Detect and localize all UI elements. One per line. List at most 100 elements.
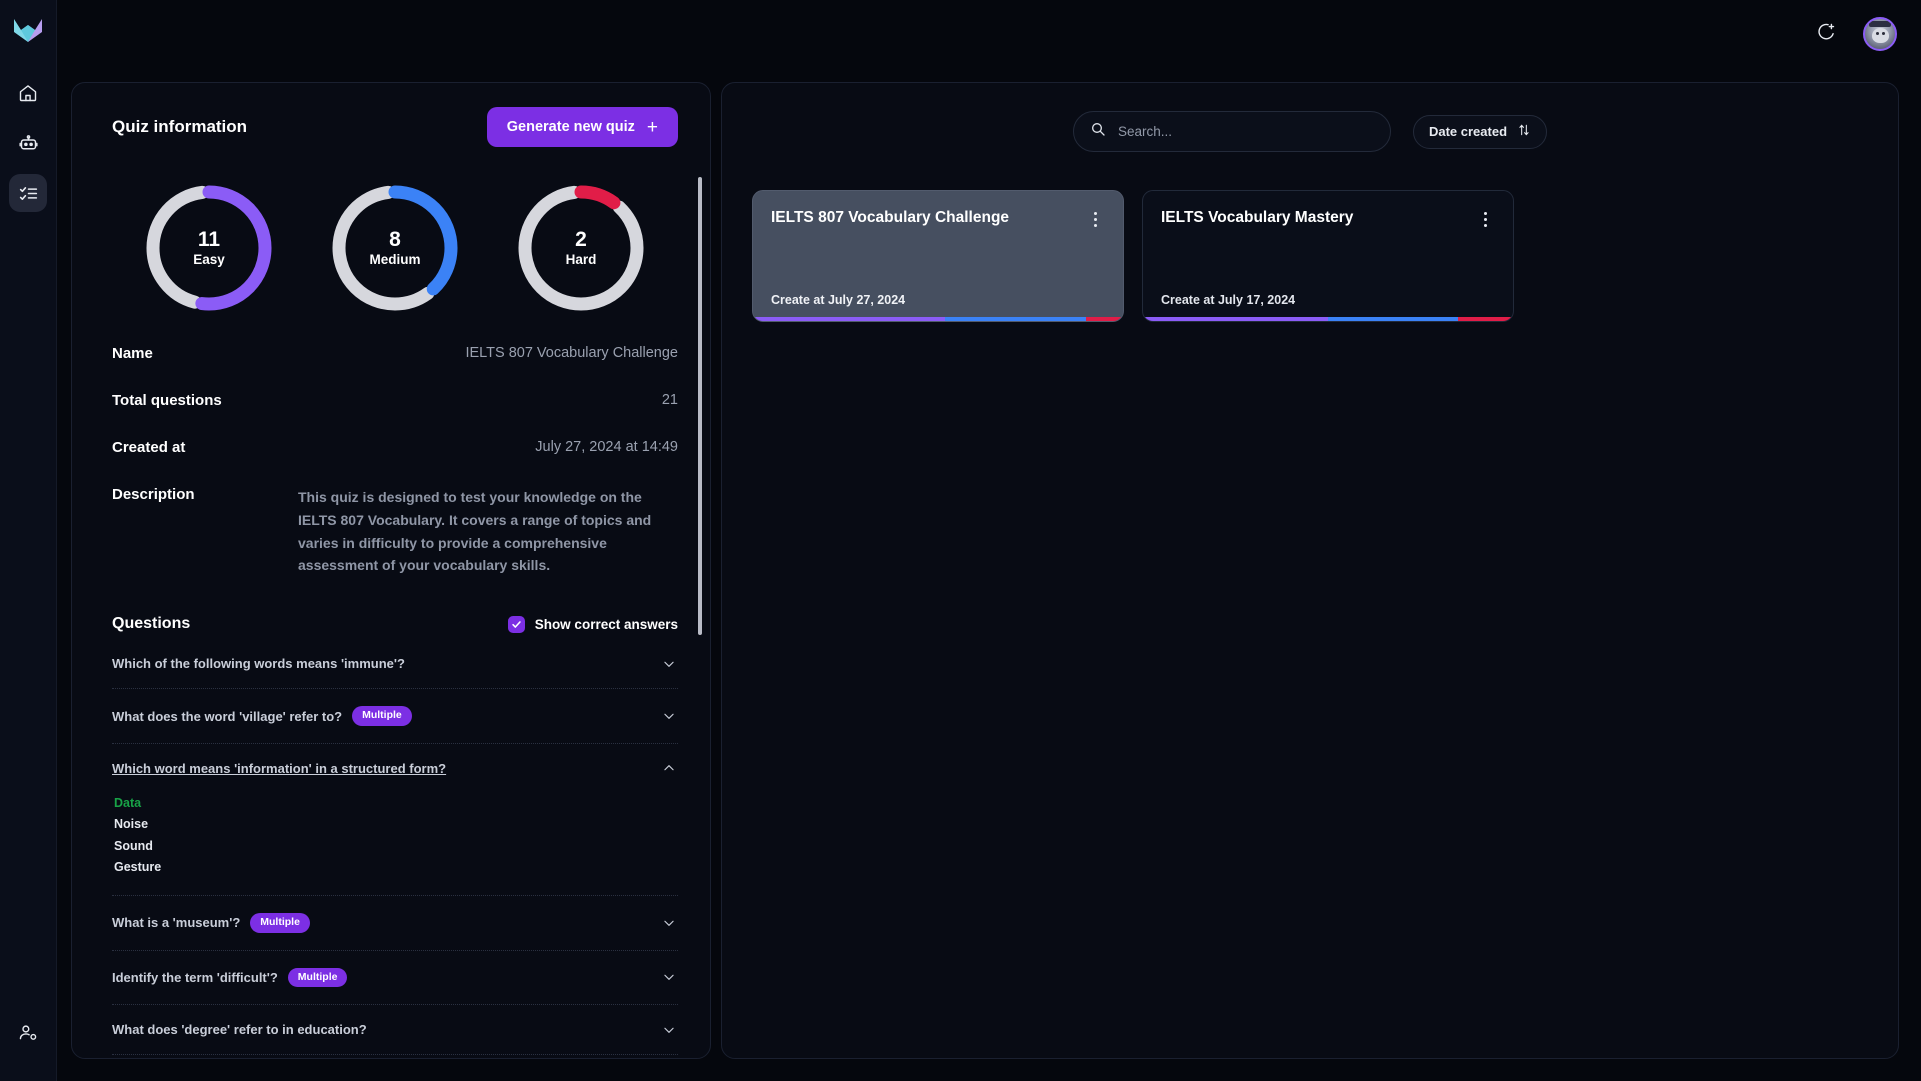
donut-value: 8 bbox=[389, 228, 401, 251]
sidebar bbox=[0, 0, 57, 1081]
sidebar-item-bot[interactable] bbox=[9, 124, 47, 162]
quiz-card-date: Create at July 17, 2024 bbox=[1161, 293, 1296, 307]
info-value: IELTS 807 Vocabulary Challenge bbox=[465, 345, 678, 361]
quiz-info-row: Total questions 21 bbox=[112, 392, 678, 409]
search-box[interactable] bbox=[1072, 111, 1391, 152]
card-bar-segment bbox=[1143, 317, 1328, 321]
question-item: What does the word 'village' refer to? Mu… bbox=[112, 689, 678, 744]
panel-header: Quiz information Generate new quiz + bbox=[112, 107, 678, 147]
card-header: IELTS 807 Vocabulary Challenge bbox=[771, 209, 1105, 229]
questions-title: Questions bbox=[112, 615, 191, 633]
plus-icon: + bbox=[646, 116, 658, 138]
answer-option-correct: Data bbox=[114, 795, 142, 810]
show-correct-answers-toggle[interactable]: Show correct answers bbox=[507, 615, 678, 633]
card-bar-segment bbox=[945, 317, 1086, 321]
user-settings-icon bbox=[18, 1022, 39, 1043]
answer-option: Noise bbox=[114, 817, 149, 832]
chevron-up-icon[interactable] bbox=[662, 761, 676, 775]
question-label: What is a 'museum'? bbox=[112, 915, 241, 931]
generate-new-quiz-label: Generate new quiz bbox=[506, 119, 635, 135]
donut-label: Hard bbox=[565, 252, 597, 267]
question-text: Identify the term 'difficult'? Multiple bbox=[112, 967, 348, 988]
question-row[interactable]: Identify the term 'difficult'? Multiple bbox=[112, 951, 678, 1005]
info-label: Name bbox=[112, 345, 153, 362]
moon-plus-icon bbox=[1816, 22, 1836, 47]
sort-arrows-icon bbox=[1517, 123, 1531, 140]
theme-toggle-button[interactable] bbox=[1811, 19, 1841, 49]
card-bar-segment bbox=[753, 317, 946, 321]
quiz-info-row: Created at July 27, 2024 at 14:49 bbox=[112, 439, 678, 456]
questions-header: Questions Show correct answers bbox=[112, 615, 678, 633]
show-correct-answers-checkbox[interactable] bbox=[507, 615, 525, 633]
left-panel-scrollbar-thumb[interactable] bbox=[698, 177, 702, 635]
sort-button-label: Date created bbox=[1428, 124, 1508, 139]
question-text: What does 'degree' refer to in education… bbox=[112, 1022, 367, 1037]
question-label: Which word means 'information' in a stru… bbox=[112, 760, 447, 776]
donut-medium: 8 Medium bbox=[328, 181, 462, 315]
answer-option: Gesture bbox=[114, 860, 162, 875]
generate-new-quiz-button[interactable]: Generate new quiz + bbox=[486, 107, 678, 147]
question-type-badge: Multiple bbox=[287, 967, 348, 988]
question-text: Which word means 'information' in a stru… bbox=[112, 761, 446, 776]
page-title: Quiz information bbox=[112, 117, 248, 136]
question-item: What is a 'museum'? Multiple bbox=[112, 896, 678, 951]
chevron-down-icon[interactable] bbox=[662, 657, 676, 671]
quiz-card-grid: IELTS 807 Vocabulary Challenge Create at … bbox=[752, 190, 1868, 322]
sidebar-item-account[interactable] bbox=[9, 1013, 47, 1051]
description-label: Description bbox=[112, 486, 195, 503]
quiz-information-panel: Quiz information Generate new quiz + 11 E… bbox=[71, 82, 711, 1059]
donut-value: 2 bbox=[575, 228, 587, 251]
answer-list: Data Noise Sound Gesture bbox=[112, 793, 678, 895]
answer-option: Sound bbox=[114, 838, 153, 853]
app-root: Quiz information Generate new quiz + 11 E… bbox=[0, 0, 1921, 1081]
question-item: What does 'degree' refer to in education… bbox=[112, 1005, 678, 1056]
quiz-card-title: IELTS Vocabulary Mastery bbox=[1161, 209, 1354, 226]
library-toolbar: Date created bbox=[752, 111, 1868, 152]
question-text: What does the word 'village' refer to? Mu… bbox=[112, 706, 412, 726]
question-row[interactable]: Which of the following words means 'immu… bbox=[112, 639, 678, 688]
question-text: Which of the following words means 'immu… bbox=[112, 656, 405, 671]
card-header: IELTS Vocabulary Mastery bbox=[1161, 209, 1495, 229]
chevron-down-icon[interactable] bbox=[662, 970, 676, 984]
donut-label: Medium bbox=[369, 252, 421, 267]
search-icon bbox=[1090, 121, 1106, 142]
avatar[interactable] bbox=[1863, 17, 1897, 51]
question-label: What does the word 'village' refer to? bbox=[112, 708, 343, 724]
left-panel-scrollbar[interactable] bbox=[698, 95, 702, 1046]
sidebar-item-quiz-list[interactable] bbox=[9, 174, 47, 212]
main-content: Quiz information Generate new quiz + 11 E… bbox=[57, 68, 1921, 1081]
sidebar-item-home[interactable] bbox=[9, 74, 47, 112]
kebab-menu-icon[interactable] bbox=[1475, 209, 1495, 229]
info-label: Created at bbox=[112, 439, 186, 456]
question-label: Which of the following words means 'immu… bbox=[112, 656, 405, 672]
kebab-menu-icon[interactable] bbox=[1085, 209, 1105, 229]
chevron-down-icon[interactable] bbox=[662, 1023, 676, 1037]
quiz-description-row: Description This quiz is designed to tes… bbox=[112, 486, 678, 577]
quiz-card[interactable]: IELTS Vocabulary Mastery Create at July 1… bbox=[1142, 190, 1514, 322]
chevron-down-icon[interactable] bbox=[662, 709, 676, 723]
quiz-information-scroll-area: Quiz information Generate new quiz + 11 E… bbox=[72, 83, 710, 1058]
sort-by-date-button[interactable]: Date created bbox=[1412, 114, 1548, 149]
question-row[interactable]: What does 'degree' refer to in education… bbox=[112, 1005, 678, 1054]
question-row[interactable]: Which word means 'information' in a stru… bbox=[112, 744, 678, 793]
difficulty-bar bbox=[753, 317, 1123, 321]
app-logo[interactable] bbox=[11, 14, 45, 48]
quiz-card-title: IELTS 807 Vocabulary Challenge bbox=[771, 209, 1010, 226]
question-row[interactable]: What does the word 'village' refer to? Mu… bbox=[112, 689, 678, 743]
donut-easy: 11 Easy bbox=[142, 181, 276, 315]
question-type-badge: Multiple bbox=[352, 706, 412, 726]
info-label: Total questions bbox=[112, 392, 222, 409]
quiz-card[interactable]: IELTS 807 Vocabulary Challenge Create at … bbox=[752, 190, 1124, 322]
difficulty-donut-charts: 11 Easy 8 Medium 2 Hard bbox=[112, 181, 678, 315]
chevron-down-icon[interactable] bbox=[662, 916, 676, 930]
quiz-info-rows: Name IELTS 807 Vocabulary Challenge Total … bbox=[112, 345, 678, 456]
question-item: Which word means 'information' in a stru… bbox=[112, 744, 678, 896]
question-row[interactable]: What is a 'museum'? Multiple bbox=[112, 896, 678, 950]
quiz-card-date: Create at July 27, 2024 bbox=[771, 293, 906, 307]
search-input[interactable] bbox=[1117, 124, 1374, 139]
donut-value: 11 bbox=[197, 228, 221, 251]
questions-list: Which of the following words means 'immu… bbox=[112, 639, 678, 1056]
avatar-hat bbox=[1869, 21, 1891, 27]
question-text: What is a 'museum'? Multiple bbox=[112, 912, 310, 933]
question-label: Identify the term 'difficult'? bbox=[112, 969, 278, 985]
